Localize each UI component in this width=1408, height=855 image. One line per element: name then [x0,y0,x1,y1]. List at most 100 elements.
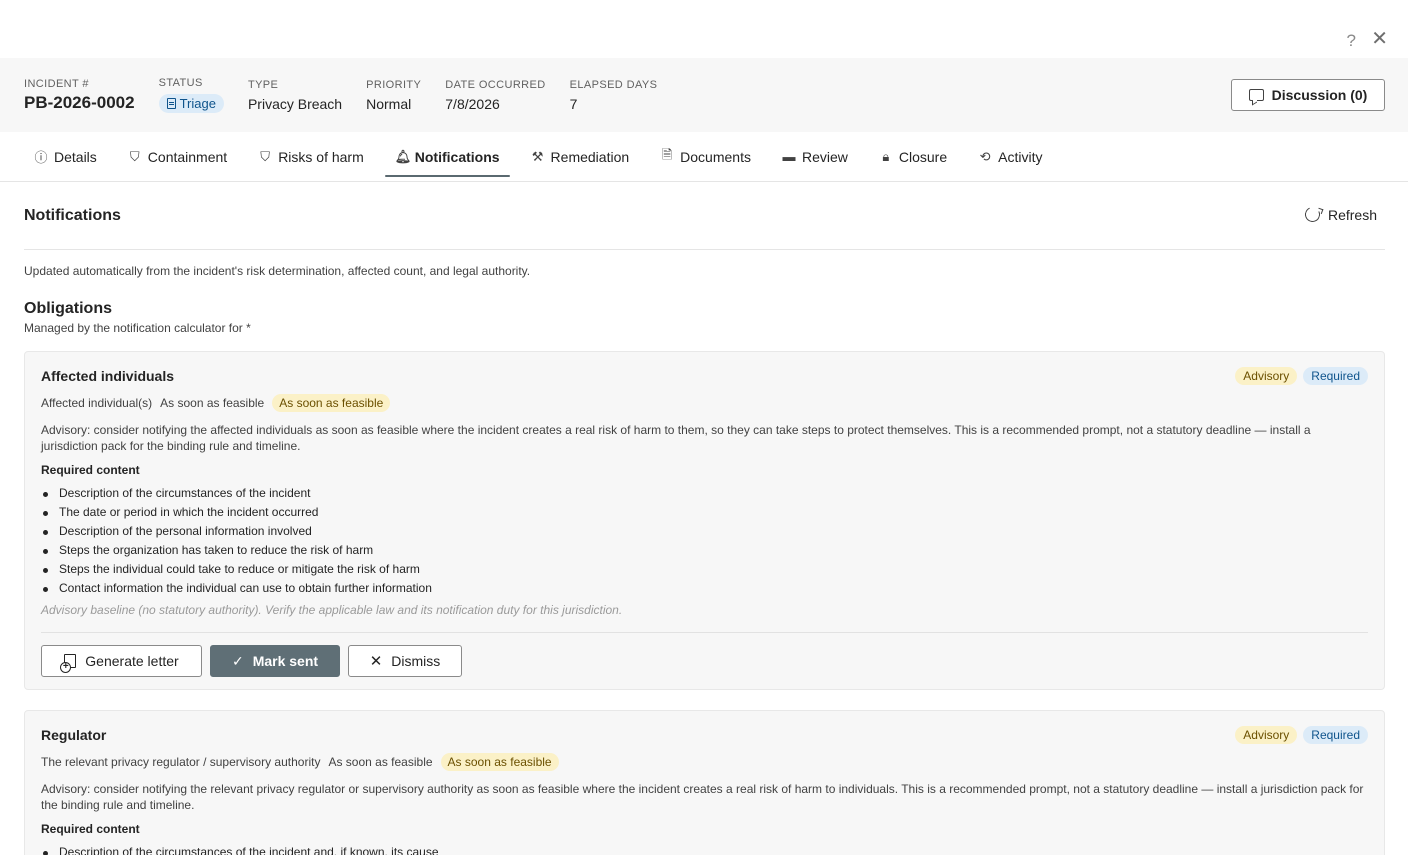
timing-text: As soon as feasible [328,755,433,769]
document-icon: 🗎 [661,146,673,162]
close-icon[interactable]: ✕ [1371,29,1388,49]
dismiss-label: Dismiss [391,653,441,669]
mark-sent-button[interactable]: ✓ Mark sent [210,645,340,677]
card-actions: Generate letter ✓ Mark sent ✕ Dismiss [41,645,1368,677]
date-occurred-field: DATE OCCURRED 7/8/2026 [445,79,545,112]
timing-badge: As soon as feasible [272,394,391,412]
chat-icon [1248,89,1264,101]
list-item: Description of the circumstances of the … [41,484,1368,503]
refresh-icon [1302,204,1323,225]
tab-remediation[interactable]: ⚒ Remediation [521,132,640,181]
mark-sent-label: Mark sent [252,653,319,669]
tab-label: Remediation [550,148,630,165]
tab-documents[interactable]: 🗎 Documents [650,132,761,181]
advisory-badge: Advisory [1235,367,1298,385]
card-meta-row: Affected individual(s) As soon as feasib… [41,394,1368,412]
shield-outline-icon: ⛉ [260,148,271,164]
tab-bar: ⓘ Details ⛉ Containment ⛉ Risks of harm 🔔︎ N… [0,132,1408,182]
document-icon [166,98,176,109]
required-content-list: Description of the circumstances of the … [41,843,1368,855]
refresh-button[interactable]: Refresh [1302,204,1377,225]
card-title: Regulator [41,727,107,743]
tab-label: Risks of harm [278,148,364,165]
tab-notifications[interactable]: 🔔︎ Notifications [384,132,510,181]
list-item: Description of the personal information … [41,522,1368,541]
tab-label: Documents [680,148,751,165]
tab-label: Closure [898,148,948,165]
list-item: Description of the circumstances of the … [41,843,1368,855]
notifications-panel: Notifications Refresh Updated automatica… [0,182,1408,855]
status-badge: Triage [158,94,224,113]
close-icon: ✕ [369,653,383,670]
generate-letter-label: Generate letter [85,653,179,669]
type-field: TYPE Privacy Breach [248,79,342,112]
help-icon[interactable]: ? [1347,31,1356,51]
tab-containment[interactable]: ⛉ Containment [118,132,237,181]
refresh-label: Refresh [1327,206,1377,223]
obligations-subtitle: Managed by the notification calculator f… [24,321,251,335]
tab-label: Notifications [414,148,500,165]
required-content-title: Required content [41,822,140,836]
generate-letter-button[interactable]: Generate letter [41,645,202,677]
section-title: Notifications [24,206,121,224]
advisory-note: Advisory baseline (no statutory authorit… [41,603,1368,633]
card-header: Regulator Advisory Required [41,726,1368,744]
obligations-title: Obligations [24,300,112,317]
document-add-icon [60,654,77,673]
required-content-title: Required content [41,463,140,477]
advisory-badge: Advisory [1235,726,1298,744]
tab-closure[interactable]: 🔒︎ Closure [869,132,957,181]
recipient-text: The relevant privacy regulator / supervi… [41,755,321,769]
tab-label: Review [801,148,848,165]
card-title: Affected individuals [41,368,175,384]
window-topbar: ? ✕ [0,0,1408,58]
priority-value: Normal [366,95,412,112]
tools-icon: ⚒ [531,148,544,164]
tab-label: Activity [998,148,1043,165]
dismiss-button[interactable]: ✕ Dismiss [348,645,462,677]
tab-label: Containment [147,148,228,165]
card-header: Affected individuals Advisory Required [41,367,1368,385]
bell-icon: 🔔︎ [394,148,412,164]
type-value: Privacy Breach [247,95,343,112]
card-description: Advisory: consider notifying the relevan… [41,782,1364,812]
date-occurred-label: DATE OCCURRED [445,78,546,91]
elapsed-days-value: 7 [569,95,578,112]
section-header: Notifications Refresh [24,182,1385,250]
priority-field: PRIORITY Normal [366,79,421,112]
elapsed-days-field: ELAPSED DAYS 7 [570,79,658,112]
incident-number-field: INCIDENT # PB-2026-0002 [24,78,135,113]
tab-risks-of-harm[interactable]: ⛉ Risks of harm [248,132,374,181]
obligation-card-affected-individuals: Affected individuals Advisory Required A… [24,351,1385,690]
chat-icon: ▬ [782,149,796,164]
tab-activity[interactable]: ⟲ Activity [968,132,1052,181]
lock-icon: 🔒︎ [882,148,890,164]
tab-label: Details [54,148,97,165]
obligation-card-regulator: Regulator Advisory Required The relevant… [24,710,1385,855]
incident-header: INCIDENT # PB-2026-0002 STATUS Triage TY… [0,58,1408,132]
required-badge: Required [1303,367,1368,385]
required-badge: Required [1303,726,1368,744]
card-meta-row: The relevant privacy regulator / supervi… [41,753,1368,771]
list-item: Steps the individual could take to reduc… [41,560,1368,579]
checkmark-icon: ✓ [231,652,244,669]
card-description: Advisory: consider notifying the affecte… [41,423,1311,453]
status-field: STATUS Triage [158,77,224,113]
info-icon: ⓘ [34,150,48,165]
list-item: The date or period in which the incident… [41,503,1368,522]
incident-number-label: INCIDENT # [24,77,89,90]
tab-review[interactable]: ▬ Review [772,132,858,181]
card-badges: Advisory Required [1235,367,1368,385]
incident-number-value: PB-2026-0002 [24,92,135,112]
list-item: Contact information the individual can u… [41,579,1368,598]
recipient-text: Affected individual(s) [41,396,153,410]
list-item: Steps the organization has taken to redu… [41,541,1368,560]
status-label: STATUS [158,77,203,89]
discussion-button[interactable]: Discussion (0) [1231,79,1385,111]
tab-details[interactable]: ⓘ Details [24,132,107,181]
elapsed-days-label: ELAPSED DAYS [569,78,658,91]
history-icon: ⟲ [979,148,991,164]
type-label: TYPE [247,78,279,91]
timing-badge: As soon as feasible [440,753,559,771]
helper-text: Updated automatically from the incident'… [24,264,531,278]
